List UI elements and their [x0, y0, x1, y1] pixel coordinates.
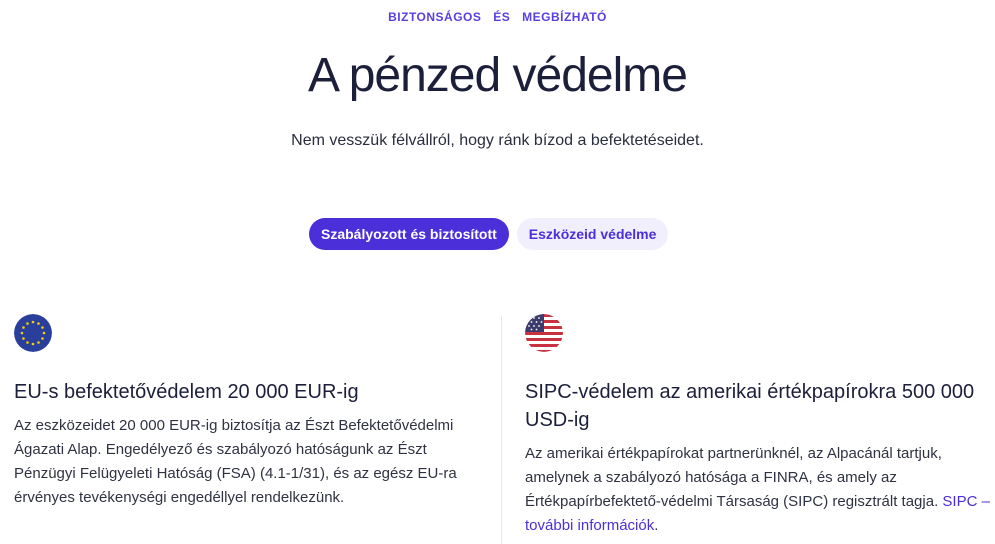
eu-flag-icon: [14, 314, 52, 352]
page-subtitle: Nem vesszük félvállról, hogy ránk bízod …: [291, 132, 704, 149]
us-flag-icon: [525, 314, 563, 352]
card-heading: SIPC-védelem az amerikai értékpapírokra …: [525, 381, 975, 431]
card-body-text: Az amerikai értékpapírokat partnerünknél…: [525, 445, 943, 510]
card-body-suffix: .: [654, 517, 659, 534]
eyebrow-part2: ÉS: [493, 10, 511, 24]
card-body: Az eszközeidet 20 000 EUR-ig biztosítja …: [14, 417, 457, 506]
eyebrow-part1: BIZTONSÁGOS: [388, 10, 482, 24]
tab-group: Szabályozott és biztosított Eszközeid vé…: [309, 218, 669, 250]
card-sipc-protection: SIPC-védelem az amerikai értékpapírokra …: [525, 314, 990, 538]
tab-asset-protection[interactable]: Eszközeid védelme: [516, 218, 669, 250]
card-eu-protection: EU-s befektetővédelem 20 000 EUR-ig Az e…: [14, 314, 484, 510]
column-divider: [501, 316, 502, 544]
tab-regulated-insured[interactable]: Szabályozott és biztosított: [309, 218, 509, 250]
card-heading: EU-s befektetővédelem 20 000 EUR-ig: [14, 381, 359, 403]
eyebrow-part3: MEGBÍZHATÓ: [522, 10, 607, 24]
eyebrow: BIZTONSÁGOS ÉS MEGBÍZHATÓ: [0, 10, 995, 24]
page-title: A pénzed védelme: [308, 49, 688, 102]
card-body: Az amerikai értékpapírokat partnerünknél…: [525, 442, 990, 538]
